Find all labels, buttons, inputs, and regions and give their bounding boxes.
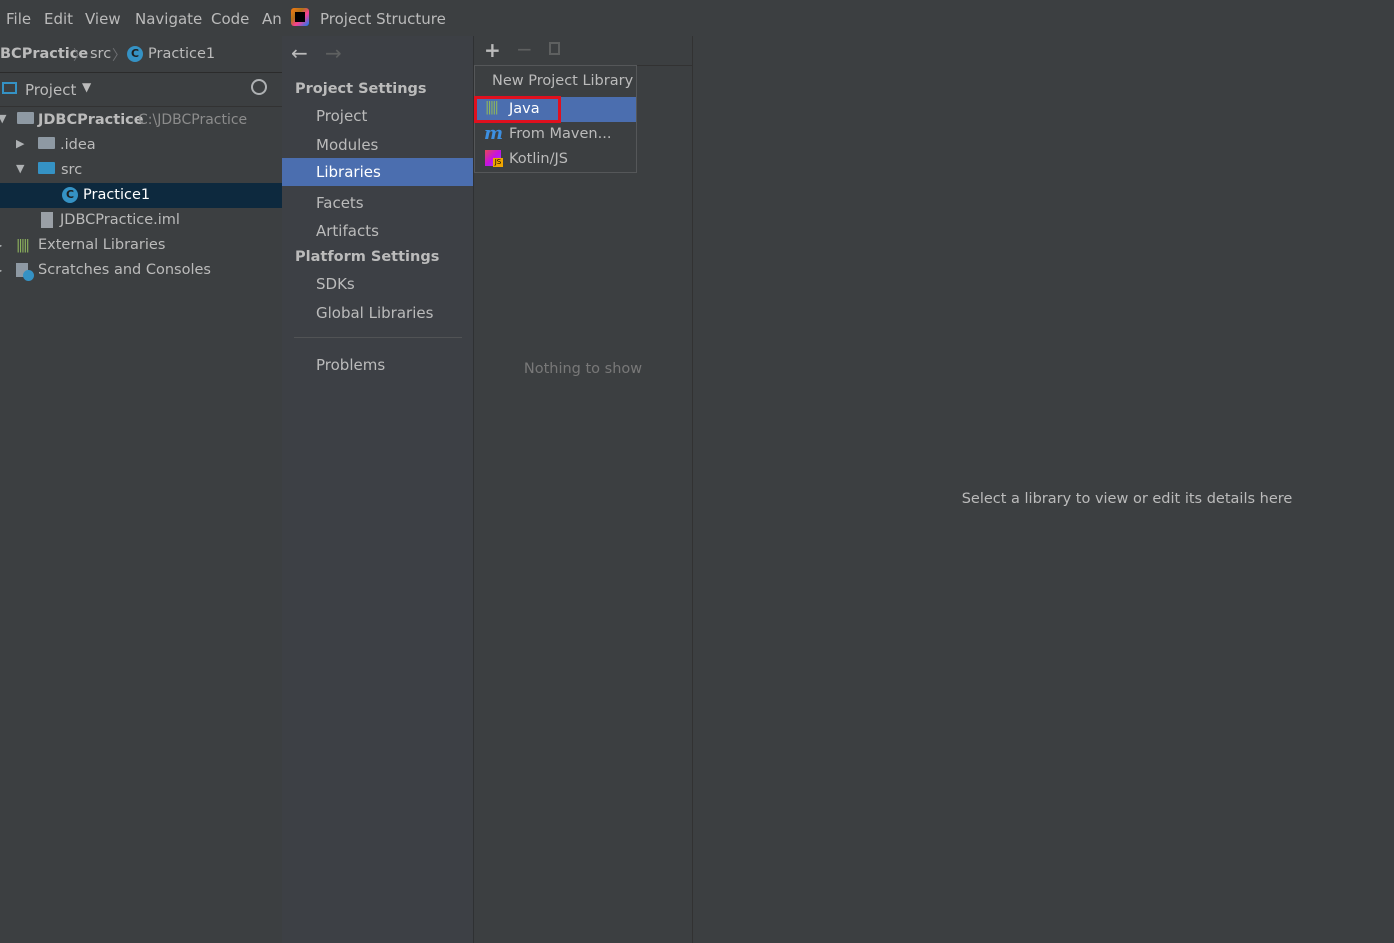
project-settings-header: Project Settings — [295, 81, 427, 97]
tree-item-label: JDBCPractice — [38, 112, 144, 128]
expand-arrow-icon[interactable]: ▼ — [0, 112, 6, 125]
nav-item-facets[interactable]: Facets — [282, 189, 473, 217]
file-icon — [41, 212, 53, 228]
collapse-arrow-icon[interactable]: ▶ — [0, 241, 2, 250]
tree-item-label: External Libraries — [38, 237, 166, 253]
tree-item-iml[interactable]: JDBCPractice.iml — [0, 208, 282, 233]
collapse-arrow-icon[interactable]: ▶ — [0, 266, 2, 275]
nav-item-modules[interactable]: Modules — [282, 131, 473, 159]
tree-item-label: src — [61, 162, 83, 178]
js-badge-icon: JS — [493, 158, 503, 167]
nav-item-label: Artifacts — [316, 222, 379, 240]
remove-icon: − — [516, 37, 533, 61]
tree-item-label: Scratches and Consoles — [38, 262, 211, 278]
menu-analyze[interactable]: An — [262, 10, 282, 28]
add-icon[interactable]: + — [484, 38, 501, 62]
tree-item-label: JDBCPractice.iml — [60, 212, 180, 228]
source-folder-icon — [38, 162, 55, 174]
popup-item-label: From Maven... — [509, 126, 612, 142]
breadcrumb-file[interactable]: Practice1 — [148, 46, 215, 62]
platform-settings-header: Platform Settings — [295, 249, 440, 265]
dialog-title: Project Structure — [320, 10, 446, 28]
breadcrumb-src[interactable]: src — [90, 46, 111, 62]
tree-item-project-root[interactable]: ▼ JDBCPractice C:\JDBCPractice — [0, 108, 282, 133]
chevron-down-icon[interactable]: ▼ — [82, 80, 91, 94]
detail-placeholder-text: Select a library to view or edit its det… — [961, 491, 1293, 507]
module-folder-icon — [17, 112, 34, 124]
nav-item-artifacts[interactable]: Artifacts — [282, 217, 473, 245]
breadcrumb-separator-icon: 〉 — [73, 48, 87, 64]
settings-nav-panel: ← → Project Settings Project Modules Lib… — [282, 36, 474, 943]
maven-icon: m — [484, 123, 504, 144]
clock-icon — [23, 270, 34, 281]
menu-edit[interactable]: Edit — [44, 10, 73, 28]
nav-item-project[interactable]: Project — [282, 102, 473, 130]
nav-item-label: Facets — [316, 194, 364, 212]
tree-item-practice1[interactable]: C Practice1 — [0, 183, 282, 208]
menu-code[interactable]: Code — [211, 10, 249, 28]
intellij-logo-icon — [291, 8, 309, 26]
project-view-icon — [2, 82, 17, 94]
library-list-toolbar: + − — [474, 36, 692, 66]
copy-icon — [549, 42, 560, 55]
divider — [294, 337, 462, 338]
menu-file[interactable]: File — [6, 10, 31, 28]
nav-item-problems[interactable]: Problems — [282, 351, 473, 379]
forward-arrow-icon: → — [325, 41, 342, 65]
tree-item-label: Practice1 — [83, 187, 151, 203]
menu-view[interactable]: View — [85, 10, 121, 28]
tree-item-src[interactable]: ▼ src — [0, 158, 282, 183]
menu-navigate[interactable]: Navigate — [135, 10, 202, 28]
tree-item-idea[interactable]: ▶ .idea — [0, 133, 282, 158]
nav-item-global-libraries[interactable]: Global Libraries — [282, 299, 473, 327]
class-icon: C — [127, 46, 143, 62]
back-arrow-icon[interactable]: ← — [291, 41, 308, 65]
popup-item-label: Kotlin/JS — [509, 151, 568, 167]
locate-target-icon[interactable] — [251, 79, 267, 95]
tree-item-external-libraries[interactable]: ▶ ||||| External Libraries — [0, 233, 282, 258]
empty-list-text: Nothing to show — [523, 361, 643, 377]
nav-item-label: Global Libraries — [316, 304, 434, 322]
tool-window-title[interactable]: Project — [25, 81, 76, 99]
tree-item-label: .idea — [60, 137, 96, 153]
project-tool-window-header: Project ▼ — [0, 73, 282, 107]
dialog-titlebar: Project Structure — [282, 0, 1394, 36]
nav-item-libraries[interactable]: Libraries — [282, 158, 473, 186]
nav-item-label: Libraries — [316, 163, 381, 181]
popup-item-from-maven[interactable]: m From Maven... — [475, 122, 636, 147]
popup-item-kotlin-js[interactable]: JS Kotlin/JS — [475, 147, 636, 172]
library-icon: ||||| — [16, 238, 30, 253]
nav-item-sdks[interactable]: SDKs — [282, 270, 473, 298]
folder-icon — [38, 137, 55, 149]
nav-item-label: Modules — [316, 136, 379, 154]
library-detail-panel: Select a library to view or edit its det… — [693, 36, 1394, 943]
expand-arrow-icon[interactable]: ▼ — [16, 162, 24, 175]
annotation-highlight — [474, 96, 561, 123]
collapse-arrow-icon[interactable]: ▶ — [16, 137, 24, 150]
nav-item-label: SDKs — [316, 275, 355, 293]
nav-item-label: Project — [316, 107, 368, 125]
breadcrumb-separator-icon: 〉 — [112, 48, 126, 64]
ide-menubar: File Edit View Navigate Code An — [0, 0, 282, 38]
breadcrumb: BCPractice 〉 src 〉 C Practice1 — [0, 38, 282, 73]
popup-header: New Project Library — [492, 73, 634, 89]
project-tree: ▼ JDBCPractice C:\JDBCPractice ▶ .idea ▼… — [0, 107, 282, 943]
tree-item-scratches[interactable]: ▶ Scratches and Consoles — [0, 258, 282, 283]
nav-item-label: Problems — [316, 356, 386, 374]
class-icon: C — [62, 187, 78, 203]
tree-item-path: C:\JDBCPractice — [138, 112, 248, 128]
